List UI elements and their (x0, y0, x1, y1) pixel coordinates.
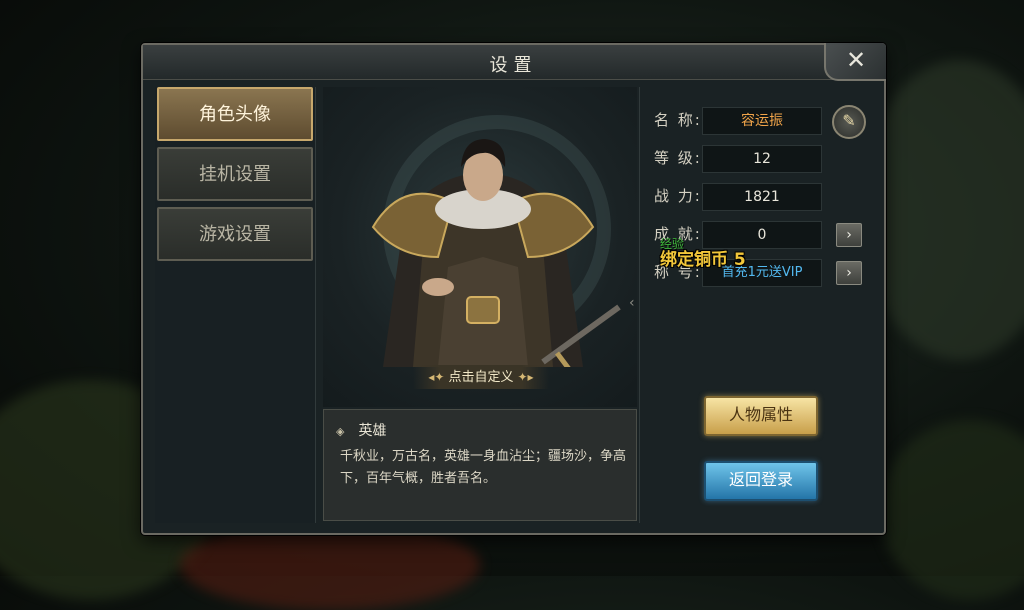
character-portrait-area: ◂✦ 点击自定义 ✦▸ (323, 87, 637, 407)
power-field: 1821 (702, 183, 822, 211)
close-icon: ✕ (845, 46, 867, 74)
settings-tabs: 角色头像 挂机设置 游戏设置 (155, 87, 316, 523)
edit-name-button[interactable]: ✎ (832, 105, 866, 139)
customize-portrait-button[interactable]: ◂✦ 点击自定义 ✦▸ (413, 365, 549, 389)
settings-dialog: 设置 ✕ 角色头像 挂机设置 游戏设置 ◂✦ 点击自定义 ✦▸ ‹ ◈ 英雄 千… (141, 43, 886, 535)
diamond-bullet-icon: ◈ (336, 425, 345, 438)
chevron-right-icon: › (846, 265, 852, 281)
avatar-description-box: ◈ 英雄 千秋业，万古名，英雄一身血沾尘；疆场沙，争高下，百年气概，胜者吾名。 (323, 409, 637, 521)
ornament-right-icon: ✦▸ (517, 370, 534, 384)
close-button[interactable]: ✕ (824, 43, 886, 81)
tab-character-avatar[interactable]: 角色头像 (157, 87, 313, 141)
title-arrow-button[interactable]: › (836, 261, 862, 285)
avatar-name-heading: ◈ 英雄 (336, 420, 386, 440)
ornament-left-icon: ◂✦ (428, 370, 445, 384)
character-attributes-button[interactable]: 人物属性 (704, 396, 818, 436)
chevron-right-icon: › (846, 227, 852, 243)
back-to-login-button[interactable]: 返回登录 (704, 461, 818, 501)
avatar-name: 英雄 (358, 423, 387, 439)
tab-game-settings[interactable]: 游戏设置 (157, 207, 313, 261)
name-field: 容运振 (702, 107, 822, 135)
dialog-titlebar: 设置 (143, 45, 884, 80)
dialog-title: 设置 (489, 55, 538, 76)
power-label: 战 力: (654, 187, 702, 205)
avatar-description-text: 千秋业，万古名，英雄一身血沾尘；疆场沙，争高下，百年气概，胜者吾名。 (340, 449, 627, 486)
level-label: 等 级: (654, 149, 702, 167)
character-info-panel: 名 称: 容运振 ✎ 等 级: 12 战 力: 1821 成 就: 0 › 称 … (639, 87, 874, 523)
name-label: 名 称: (654, 111, 702, 129)
collapse-arrow-icon[interactable]: ‹ (629, 295, 635, 311)
pencil-icon: ✎ (842, 111, 856, 130)
achievement-arrow-button[interactable]: › (836, 223, 862, 247)
tab-auto-battle-settings[interactable]: 挂机设置 (157, 147, 313, 201)
customize-label: 点击自定义 (448, 370, 514, 385)
background-foliage (880, 420, 1024, 600)
reward-popup: 绑定铜币 5 (660, 250, 746, 270)
hero-portrait[interactable] (343, 117, 623, 367)
level-field: 12 (702, 145, 822, 173)
